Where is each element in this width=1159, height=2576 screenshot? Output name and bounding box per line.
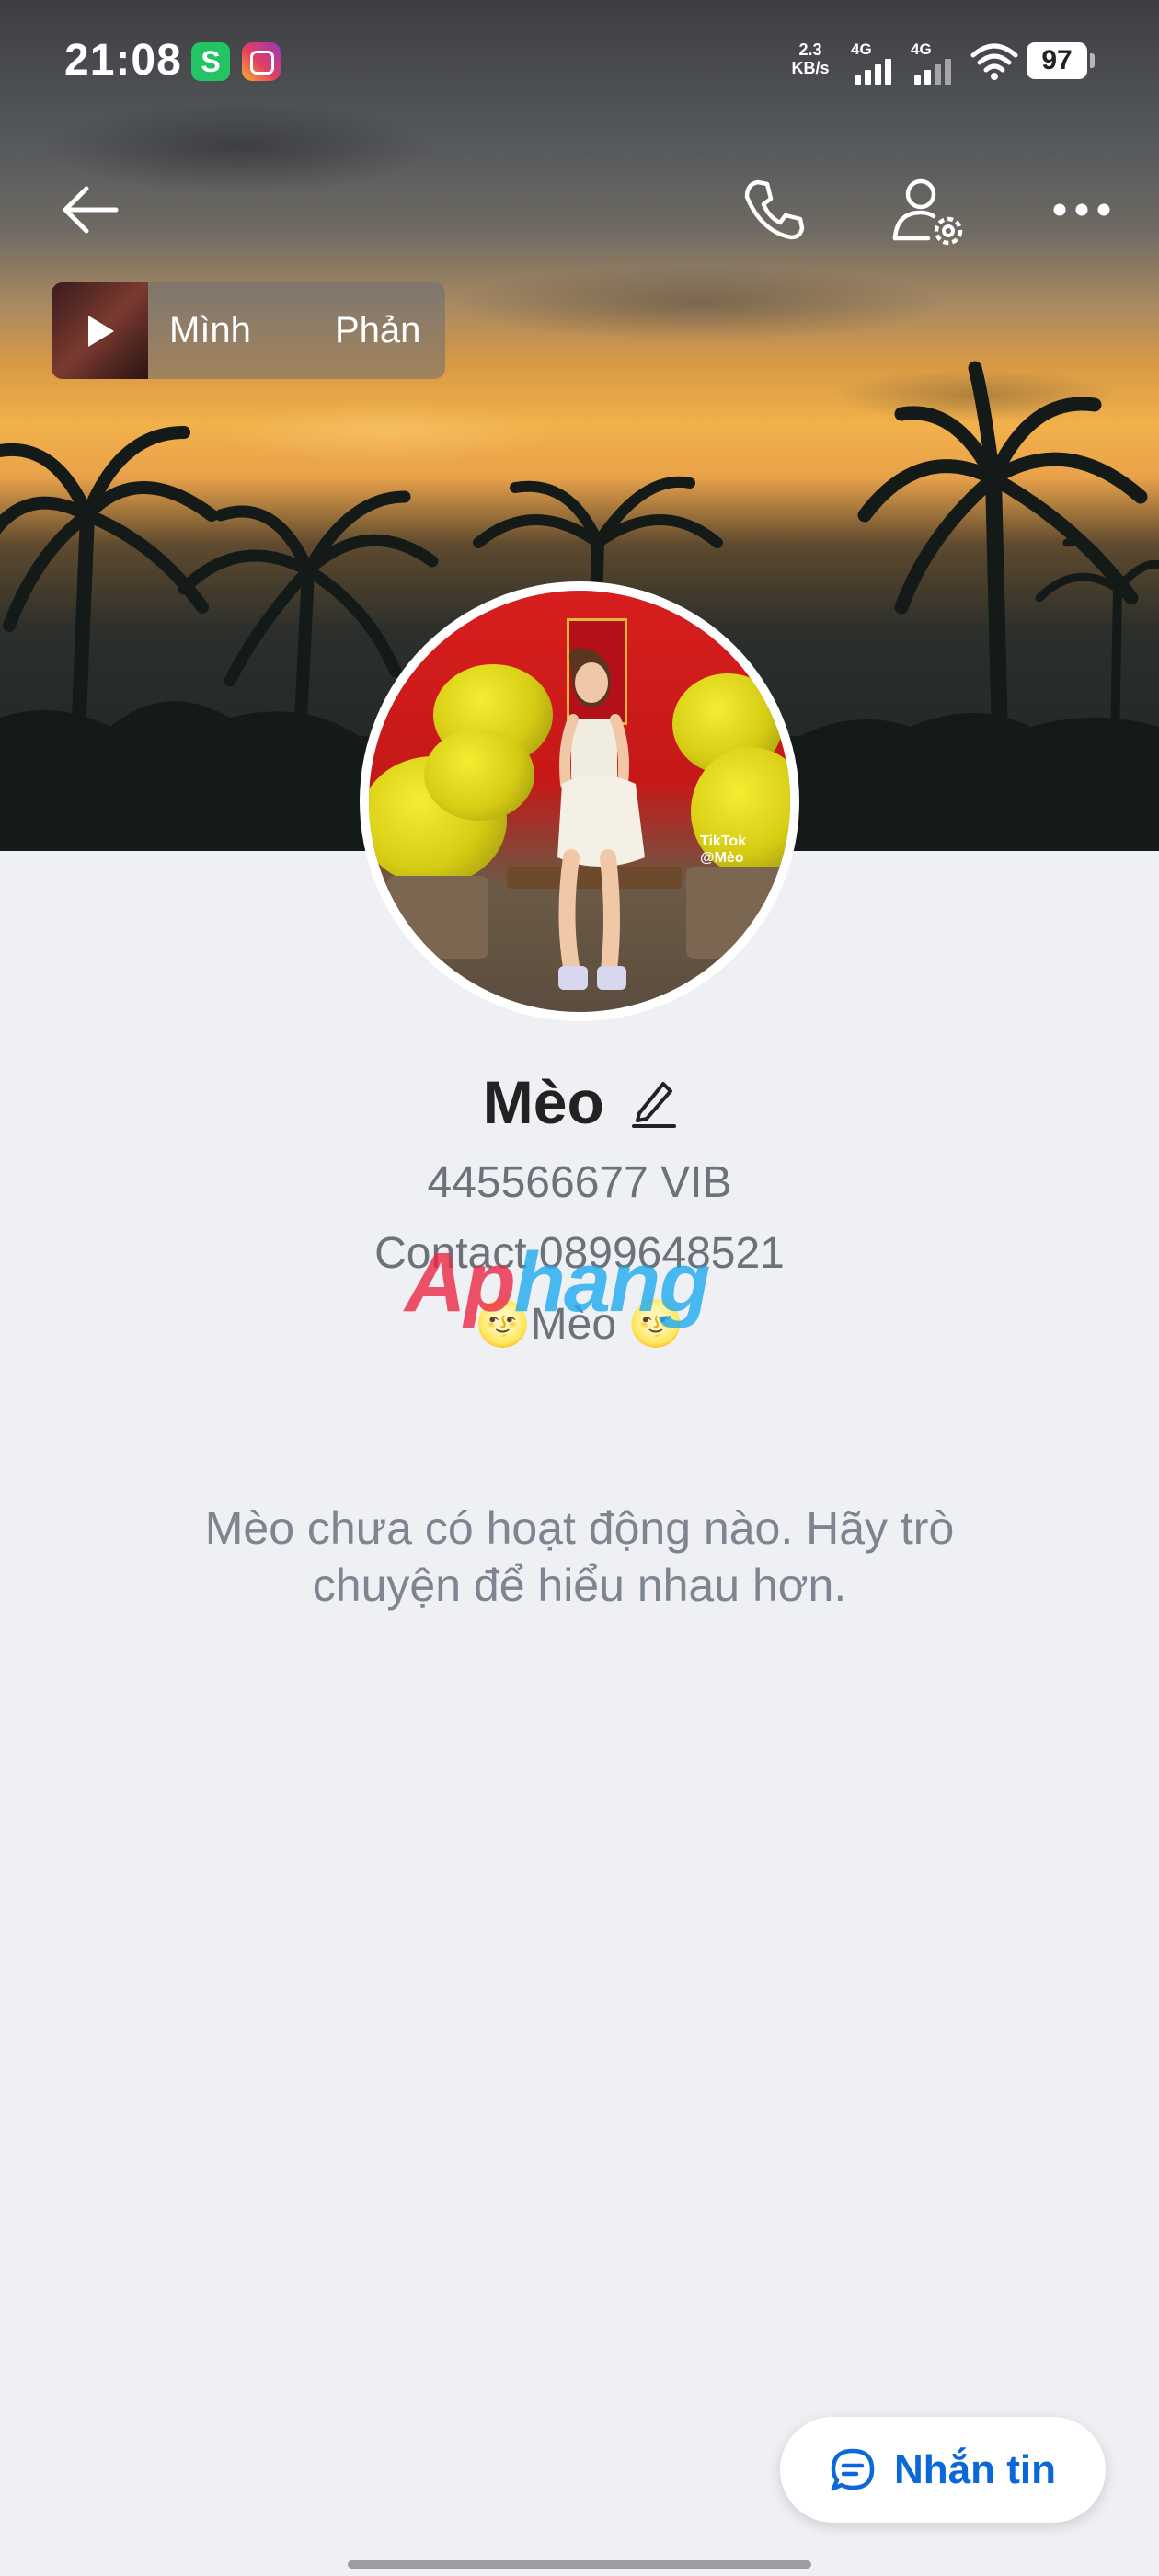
call-button[interactable]: [727, 162, 822, 258]
site-watermark-part2: hang: [513, 1236, 711, 1329]
edit-pencil-icon[interactable]: [632, 1076, 677, 1128]
profile-name: Mèo: [482, 1068, 604, 1136]
more-horizontal-icon: [1053, 203, 1110, 216]
battery-indicator: 97: [1027, 42, 1095, 79]
network-speed-value: 2.3: [798, 40, 822, 59]
chat-bubble-icon: [831, 2448, 875, 2490]
site-watermark-part1: Ap: [405, 1236, 516, 1329]
music-title-part1: Mình: [169, 310, 251, 351]
avatar[interactable]: TikTok @Mèo: [369, 591, 790, 1012]
user-settings-icon: [892, 178, 963, 246]
instagram-icon: [242, 42, 281, 81]
phone-icon: [744, 179, 805, 240]
site-watermark: Aphang: [405, 1240, 710, 1325]
flower-pot: [387, 876, 488, 959]
network-speed-unit: KB/s: [791, 59, 830, 77]
send-message-label: Nhắn tin: [894, 2446, 1056, 2492]
arrow-left-icon: [63, 186, 119, 234]
flower-pot: [686, 867, 790, 959]
avatar-tiktok-watermark: TikTok @Mèo: [700, 834, 747, 866]
back-button[interactable]: [46, 166, 134, 254]
status-time: 21:08: [64, 36, 182, 85]
profile-music-widget[interactable]: Mình Phản: [52, 282, 445, 379]
music-title-part2: Phản: [335, 310, 421, 351]
home-indicator-bar[interactable]: [348, 2560, 811, 2569]
profile-settings-button[interactable]: [879, 162, 981, 263]
status-bar: 21:08 S 2.3 KB/s 4G 4G 97: [0, 0, 1159, 124]
music-cover-thumbnail: [52, 282, 148, 379]
wifi-icon: [970, 43, 1018, 80]
more-button[interactable]: [1038, 166, 1126, 254]
signal-1-label: 4G: [851, 40, 872, 58]
profile-name-row: Mèo: [0, 1067, 1159, 1137]
network-speed: 2.3 KB/s: [786, 40, 834, 77]
send-message-button[interactable]: Nhắn tin: [780, 2417, 1106, 2523]
empty-activity-message: Mèo chưa có hoạt động nào. Hãy trò chuyệ…: [204, 1502, 955, 1611]
signal-2-label: 4G: [911, 40, 932, 58]
play-icon[interactable]: [88, 316, 114, 347]
bio-line-1: 445566677 VIB: [427, 1158, 732, 1207]
s-app-icon: S: [191, 42, 230, 81]
avatar-person-figure: [557, 648, 645, 990]
